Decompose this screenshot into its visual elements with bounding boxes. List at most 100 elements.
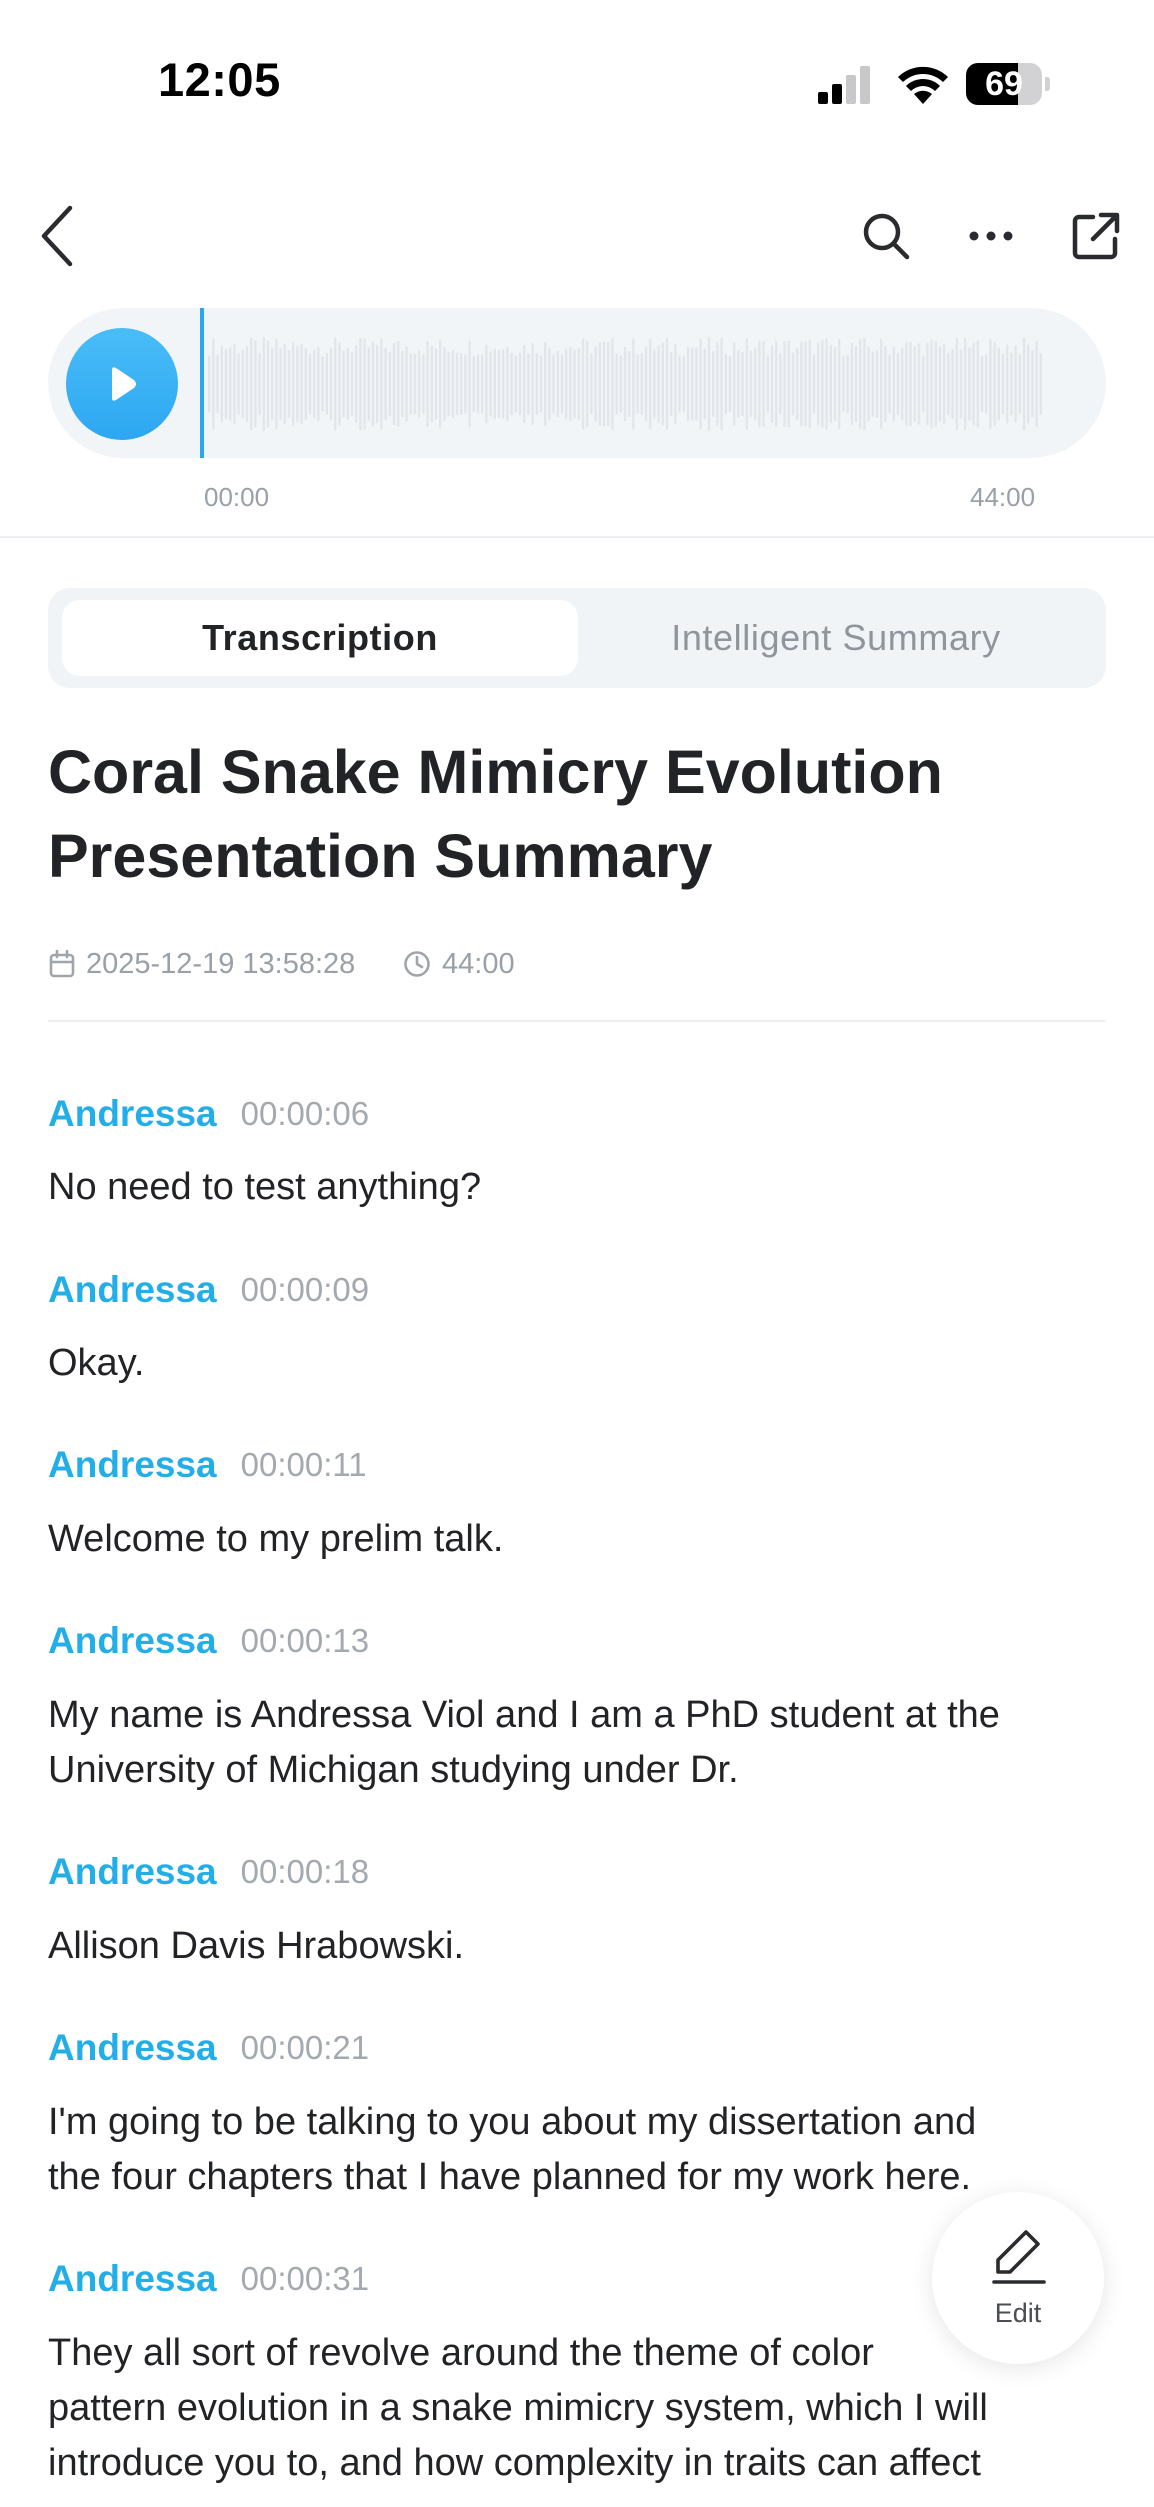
waveform-bar: [476, 354, 480, 414]
transcript-text[interactable]: Okay.: [48, 1336, 1118, 1391]
waveform-bar: [510, 352, 513, 416]
waveform-bar: [560, 354, 564, 414]
waveform-bar: [577, 347, 580, 421]
transcript-text[interactable]: I'm going to be talking to you about my …: [48, 2095, 1118, 2150]
transcript-text[interactable]: No need to test anything?: [48, 1160, 1118, 1215]
speaker-name[interactable]: Andressa: [48, 1444, 217, 1486]
waveform-bar: [283, 343, 286, 425]
waveform-bar: [1031, 350, 1034, 418]
waveform-bar: [691, 347, 694, 421]
transcript-text[interactable]: the four chapters that I have planned fo…: [48, 2150, 1118, 2205]
waveform-bar: [518, 352, 522, 416]
waveform-bar: [527, 353, 530, 415]
transcript-text[interactable]: Welcome to my prelim talk.: [48, 1512, 1118, 1567]
waveform-bar: [779, 353, 782, 415]
waveform-bar: [266, 340, 270, 428]
waveform-bar: [1027, 344, 1030, 424]
tab-transcription[interactable]: Transcription: [62, 600, 578, 676]
waveform-bar: [636, 354, 639, 414]
speaker-name[interactable]: Andressa: [48, 1093, 217, 1135]
waveform-bar: [762, 341, 765, 427]
waveform-bar: [758, 340, 761, 428]
timestamp[interactable]: 00:00:11: [241, 1446, 367, 1484]
waveform-bar: [905, 342, 908, 426]
timestamp[interactable]: 00:00:09: [241, 1271, 369, 1309]
waveform-bar: [586, 340, 589, 428]
waveform-bar: [506, 346, 509, 422]
waveform-bar: [770, 345, 774, 423]
waveform-bar: [422, 353, 425, 415]
waveform-bar: [397, 340, 400, 428]
speaker-name[interactable]: Andressa: [48, 1620, 217, 1662]
search-button[interactable]: [850, 200, 922, 272]
waveform-bar: [1018, 354, 1021, 414]
waveform-bar: [896, 352, 900, 416]
waveform-bar: [489, 351, 492, 417]
back-button[interactable]: [22, 200, 94, 272]
waveform-bar: [670, 352, 673, 416]
waveform-bar: [842, 355, 845, 413]
waveform-bar: [1010, 352, 1013, 416]
speaker-name[interactable]: Andressa: [48, 2258, 217, 2300]
pencil-icon: [992, 2230, 1046, 2284]
transcript-text[interactable]: introduce you to, and how complexity in …: [48, 2436, 1118, 2491]
waveform-bar: [884, 345, 887, 423]
waveform-bar: [1014, 345, 1017, 423]
waveform-bar: [993, 342, 996, 426]
recording-date: 2025-12-19 13:58:28: [48, 946, 355, 982]
waveform-bar: [430, 345, 433, 423]
timestamp[interactable]: 00:00:31: [241, 2260, 369, 2298]
timestamp[interactable]: 00:00:13: [241, 1622, 369, 1660]
waveform-bar: [943, 343, 946, 425]
share-external-icon: [1072, 212, 1120, 260]
transcript-text[interactable]: pattern evolution in a snake mimicry sys…: [48, 2381, 1118, 2436]
speaker-name[interactable]: Andressa: [48, 2027, 217, 2069]
waveform-bar: [384, 347, 387, 421]
transcript-entry-header: Andressa 00:00:11: [48, 1443, 367, 1487]
transcript-text[interactable]: My name is Andressa Viol and I am a PhD …: [48, 1688, 1118, 1743]
share-button[interactable]: [1060, 200, 1132, 272]
waveform-bar: [682, 355, 685, 413]
waveform-bar: [951, 348, 954, 420]
waveform-bar: [871, 351, 874, 417]
waveform-bar: [418, 350, 421, 418]
waveform-bar: [619, 354, 622, 414]
waveform-bar: [817, 342, 820, 426]
view-tabs: Transcription Intelligent Summary: [48, 588, 1106, 688]
waveform-bar: [934, 340, 937, 428]
playhead-scrubber[interactable]: [200, 308, 204, 458]
tab-intelligent-summary[interactable]: Intelligent Summary: [578, 600, 1094, 676]
timestamp[interactable]: 00:00:21: [241, 2029, 369, 2067]
more-options-button[interactable]: [955, 200, 1027, 272]
transcript-text[interactable]: Allison Davis Hrabowski.: [48, 1919, 1118, 1974]
waveform-bar: [888, 354, 891, 414]
waveform-bar: [980, 355, 984, 413]
waveform-bar: [733, 342, 736, 426]
waveform-bar: [359, 337, 362, 431]
waveform-bar: [565, 348, 568, 420]
waveform-bar: [313, 349, 316, 419]
waveform-bar: [413, 353, 417, 415]
speaker-name[interactable]: Andressa: [48, 1269, 217, 1311]
waveform-bar: [913, 346, 916, 422]
edit-button[interactable]: Edit: [932, 2192, 1104, 2364]
waveform-bar: [754, 347, 757, 421]
waveform-bar: [1035, 340, 1038, 428]
waveform-bar: [573, 349, 576, 419]
timestamp[interactable]: 00:00:18: [241, 1853, 369, 1891]
waveform-bar: [972, 342, 975, 426]
waveform-bar: [346, 348, 349, 420]
waveform-bar: [334, 337, 337, 431]
date-text: 2025-12-19 13:58:28: [86, 947, 356, 980]
speaker-name[interactable]: Andressa: [48, 1851, 217, 1893]
waveform-bar: [275, 338, 278, 430]
waveform-bar: [325, 352, 328, 416]
waveform-bar: [695, 347, 698, 421]
calendar-icon: [49, 949, 75, 978]
timestamp[interactable]: 00:00:06: [241, 1095, 369, 1133]
audio-waveform[interactable]: [206, 336, 1046, 432]
transcript-text[interactable]: University of Michigan studying under Dr…: [48, 1743, 1118, 1798]
play-button[interactable]: [66, 328, 178, 440]
waveform-bar: [745, 338, 748, 430]
waveform-bar: [208, 356, 211, 412]
